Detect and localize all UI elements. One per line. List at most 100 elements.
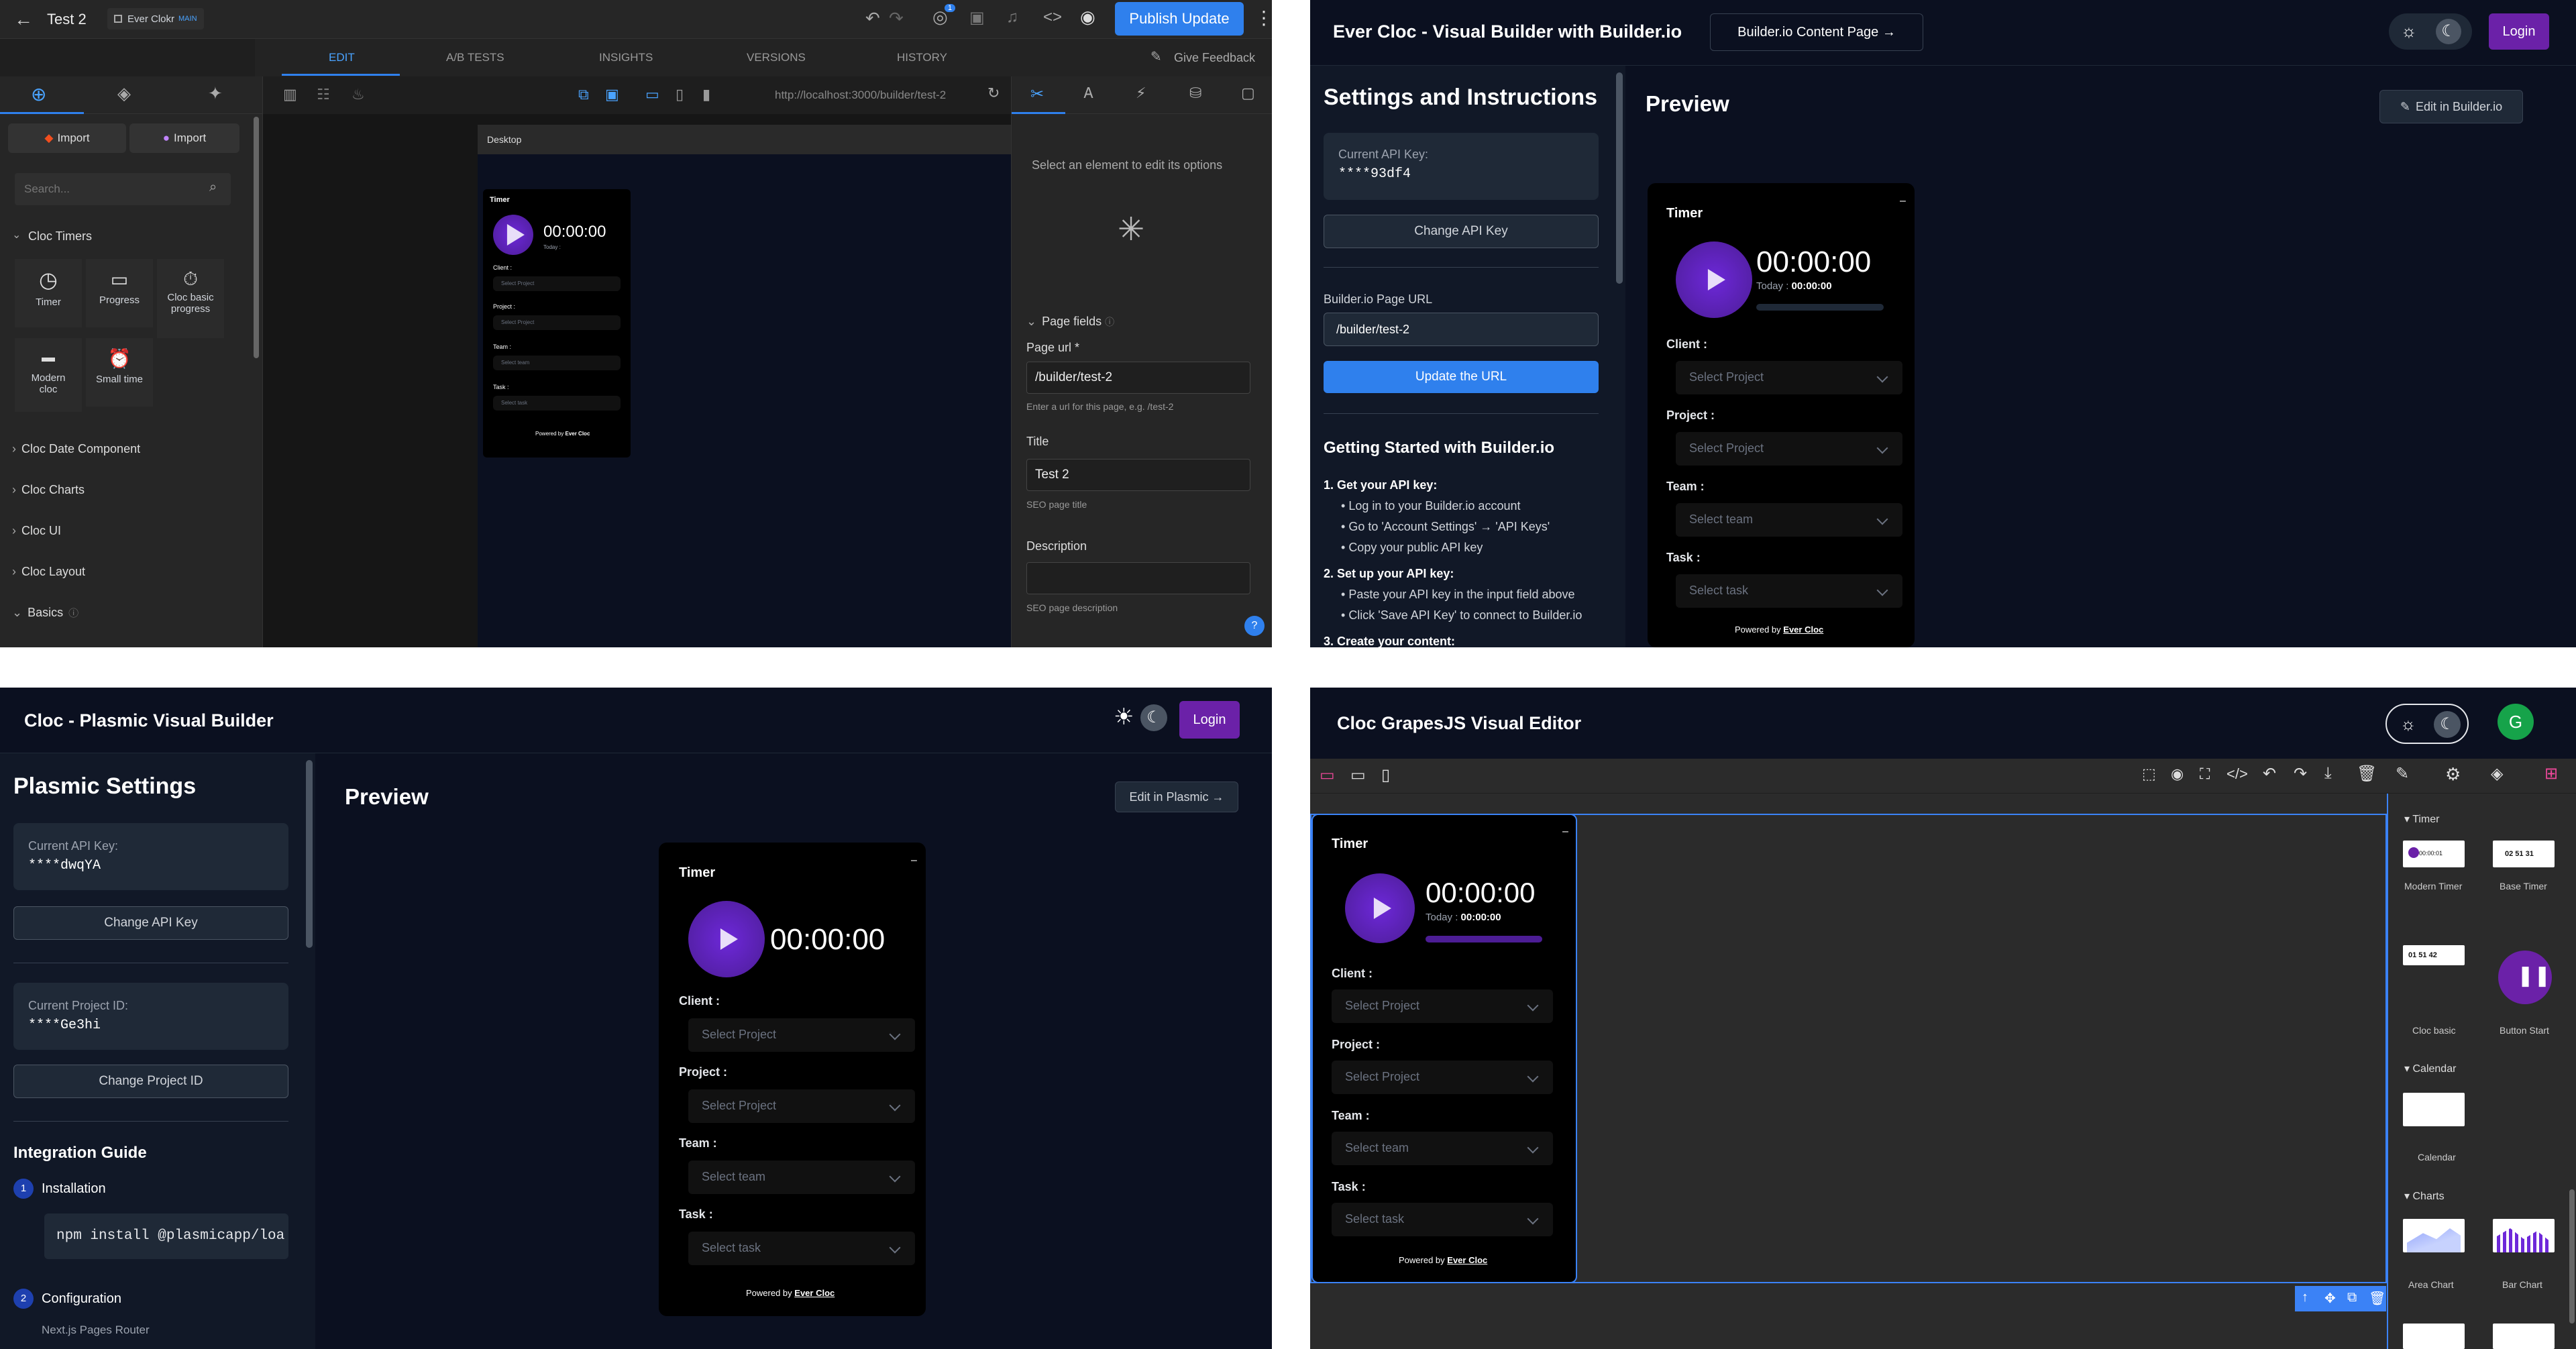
login-button[interactable]: Login [2489, 13, 2549, 50]
redo-icon[interactable]: ↷ [889, 8, 904, 29]
edit-in-builder-button[interactable]: ✎ Edit in Builder.io [2379, 90, 2523, 123]
comments-tab-icon[interactable]: ▢ [1241, 85, 1255, 102]
avatar[interactable]: G [2498, 704, 2534, 740]
block-chart-more-2[interactable] [2493, 1324, 2555, 1349]
insert-tab-icon[interactable]: ⊕ [31, 83, 46, 105]
style-manager-icon[interactable]: ✎ [2396, 764, 2409, 784]
change-api-key-button[interactable]: Change API Key [13, 906, 288, 940]
fullscreen-icon[interactable]: ⛶ [2200, 765, 2210, 783]
task-select[interactable]: Select task [1332, 1203, 1553, 1236]
minimize-icon[interactable]: – [911, 855, 917, 867]
block-small-time[interactable]: ⏰ Small time [86, 338, 153, 407]
mobile-device-icon[interactable]: ▯ [1381, 765, 1390, 785]
category-charts[interactable]: › Cloc Charts [12, 483, 233, 524]
project-select[interactable]: Select Project [1676, 432, 1902, 466]
more-menu-icon[interactable]: ⋮ [1254, 7, 1272, 29]
download-icon[interactable]: ⤓ [2324, 764, 2332, 783]
blocks-scrollbar[interactable] [2569, 1189, 2575, 1324]
preview-icon[interactable]: ◉ [2171, 765, 2184, 783]
client-select[interactable]: Select Project [493, 276, 621, 291]
change-project-id-button[interactable]: Change Project ID [13, 1065, 288, 1098]
team-select[interactable]: Select team [688, 1161, 915, 1194]
description-input[interactable] [1026, 562, 1250, 594]
task-select[interactable]: Select task [493, 396, 621, 411]
sun-icon[interactable]: ☀ [1114, 704, 1134, 731]
task-select[interactable]: Select task [1676, 574, 1902, 608]
play-button[interactable] [1345, 873, 1415, 943]
sidebar-scrollbar[interactable] [254, 117, 259, 358]
theme-toggle[interactable]: ☼ ☾ [2385, 704, 2469, 744]
tab-edit[interactable]: EDIT [329, 51, 355, 64]
blocks-icon[interactable]: ⊞ [2544, 764, 2558, 784]
play-button[interactable] [688, 901, 765, 977]
tab-versions[interactable]: VERSIONS [747, 51, 806, 64]
tab-ab-tests[interactable]: A/B TESTS [446, 51, 504, 64]
code-icon[interactable]: <> [1043, 8, 1062, 27]
publish-button[interactable]: Publish Update [1115, 2, 1244, 36]
category-charts[interactable]: ▾ Charts [2404, 1189, 2445, 1203]
select-parent-icon[interactable]: ↑ [2302, 1290, 2308, 1305]
play-button[interactable] [493, 215, 533, 255]
give-feedback-link[interactable]: Give Feedback [1174, 51, 1255, 65]
calendar-icon[interactable]: ▣ [969, 8, 985, 28]
page-fields-header[interactable]: ⌄ Page fields ⓘ [1026, 315, 1114, 329]
project-select[interactable]: Select Project [1332, 1061, 1553, 1094]
responsive-icon[interactable]: ⧉ [578, 86, 589, 103]
bell-icon[interactable]: ♫ [1006, 8, 1018, 27]
block-area-chart[interactable] [2403, 1219, 2465, 1252]
tablet-device-icon[interactable]: ▭ [1350, 765, 1366, 785]
style-tab-icon[interactable]: ✂ [1030, 85, 1044, 104]
select-mode-icon[interactable]: ▣ [605, 86, 619, 103]
category-calendar[interactable]: ▾ Calendar [2404, 1062, 2456, 1075]
block-search-input[interactable] [24, 180, 199, 199]
theme-toggle[interactable]: ☼ ☾ [2389, 13, 2472, 50]
trash-icon[interactable]: 🗑 [2357, 764, 2377, 784]
block-cloc-basic[interactable]: 01 51 42 [2403, 945, 2465, 965]
project-select[interactable]: Select Project [688, 1089, 915, 1123]
block-base-timer[interactable]: 02 51 31 [2493, 841, 2555, 867]
category-ui[interactable]: › Cloc UI [12, 524, 233, 565]
move-icon[interactable]: ✥ [2324, 1290, 2336, 1307]
layers-icon[interactable]: ◈ [2491, 764, 2503, 784]
minimize-icon[interactable]: – [1900, 195, 1906, 207]
page-url-input[interactable]: /builder/test-2 [1324, 313, 1599, 346]
tablet-icon[interactable]: ▯ [676, 86, 684, 103]
category-date-component[interactable]: › Cloc Date Component [12, 442, 233, 483]
refresh-icon[interactable]: ↻ [987, 85, 1000, 102]
minimize-icon[interactable]: – [1562, 826, 1568, 838]
settings-icon[interactable]: ⚙ [2445, 764, 2461, 785]
help-button[interactable]: ? [1244, 616, 1265, 636]
block-modern-timer[interactable]: 00:00:01 [2403, 841, 2465, 867]
clone-icon[interactable]: ⧉ [2347, 1290, 2357, 1305]
edit-in-plasmic-button[interactable]: Edit in Plasmic → [1115, 781, 1238, 812]
login-button[interactable]: Login [1179, 701, 1240, 739]
layers-tab-icon[interactable]: ◈ [117, 83, 131, 104]
client-select[interactable]: Select Project [1676, 361, 1902, 394]
client-select[interactable]: Select Project [1332, 989, 1553, 1023]
sidebar-scrollbar[interactable] [1616, 72, 1623, 284]
change-api-key-button[interactable]: Change API Key [1324, 215, 1599, 248]
model-selector[interactable]: Ever Clokr MAIN [107, 8, 204, 30]
redo-icon[interactable]: ↷ [2294, 764, 2307, 784]
undo-icon[interactable]: ↶ [2263, 764, 2276, 784]
preview-eye-icon[interactable]: ◉ [1080, 7, 1095, 28]
undo-icon[interactable]: ↶ [865, 8, 880, 29]
category-basics[interactable]: ⌄ Basics ⓘ [12, 606, 233, 633]
desktop-icon[interactable]: ▭ [645, 86, 659, 103]
ai-tab-icon[interactable]: ✦ [208, 83, 223, 104]
import-button-web[interactable]: ● Import [129, 123, 239, 153]
project-select[interactable]: Select Project [493, 315, 621, 330]
client-select[interactable]: Select Project [688, 1018, 915, 1052]
tab-history[interactable]: HISTORY [897, 51, 947, 64]
grid-icon[interactable]: ☷ [317, 86, 330, 103]
code-icon[interactable]: </> [2226, 765, 2248, 783]
category-timer[interactable]: ▾ Timer [2404, 812, 2439, 826]
back-arrow-icon[interactable]: ← [13, 9, 34, 30]
interactions-tab-icon[interactable]: ⚡ [1136, 85, 1146, 102]
block-bar-chart[interactable] [2493, 1219, 2555, 1252]
typography-tab-icon[interactable]: Ꭺ [1084, 85, 1094, 102]
block-modern-cloc[interactable]: ▬ Modern cloc [15, 338, 82, 412]
team-select[interactable]: Select team [1332, 1132, 1553, 1165]
block-chart-more[interactable] [2403, 1324, 2465, 1349]
content-page-button[interactable]: Builder.io Content Page → [1710, 13, 1923, 51]
